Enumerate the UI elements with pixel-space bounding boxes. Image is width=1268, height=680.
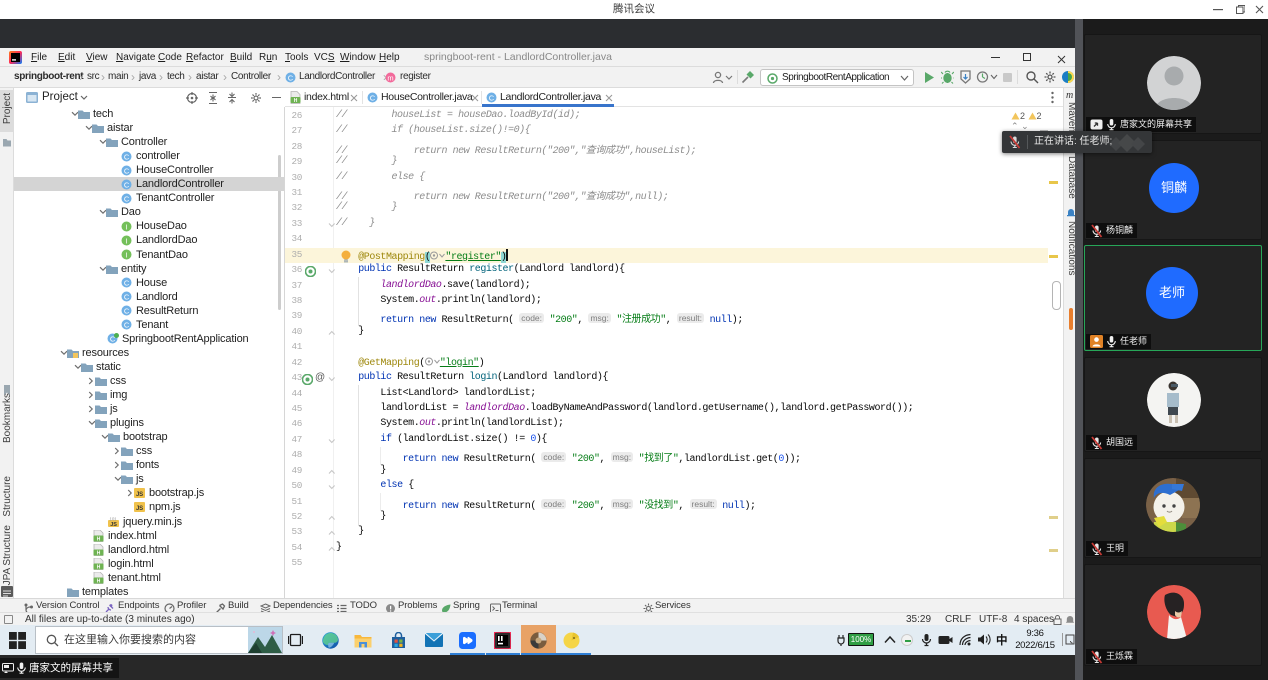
svg-text:I: I [126, 236, 128, 245]
svg-text:JS: JS [136, 506, 143, 512]
svg-text:I: I [126, 250, 128, 259]
svg-text:C: C [124, 166, 130, 175]
svg-text:C: C [124, 152, 130, 161]
svg-text:H: H [97, 550, 101, 556]
svg-text:C: C [124, 306, 130, 315]
svg-text:101: 101 [109, 517, 117, 522]
svg-text:C: C [489, 93, 495, 102]
svg-text:H: H [294, 98, 298, 104]
svg-text:C: C [124, 194, 130, 203]
svg-text:C: C [288, 73, 294, 82]
svg-text:JS: JS [136, 492, 143, 498]
svg-text:I: I [126, 222, 128, 231]
svg-text:C: C [370, 93, 376, 102]
svg-text:C: C [124, 180, 130, 189]
svg-text:C: C [124, 292, 130, 301]
svg-text:m: m [387, 73, 393, 82]
svg-text:C: C [124, 321, 130, 330]
svg-text:C: C [124, 278, 130, 287]
svg-text:H: H [97, 564, 101, 570]
svg-text:H: H [97, 578, 101, 584]
svg-text:H: H [97, 536, 101, 542]
svg-text:JS: JS [110, 522, 117, 527]
